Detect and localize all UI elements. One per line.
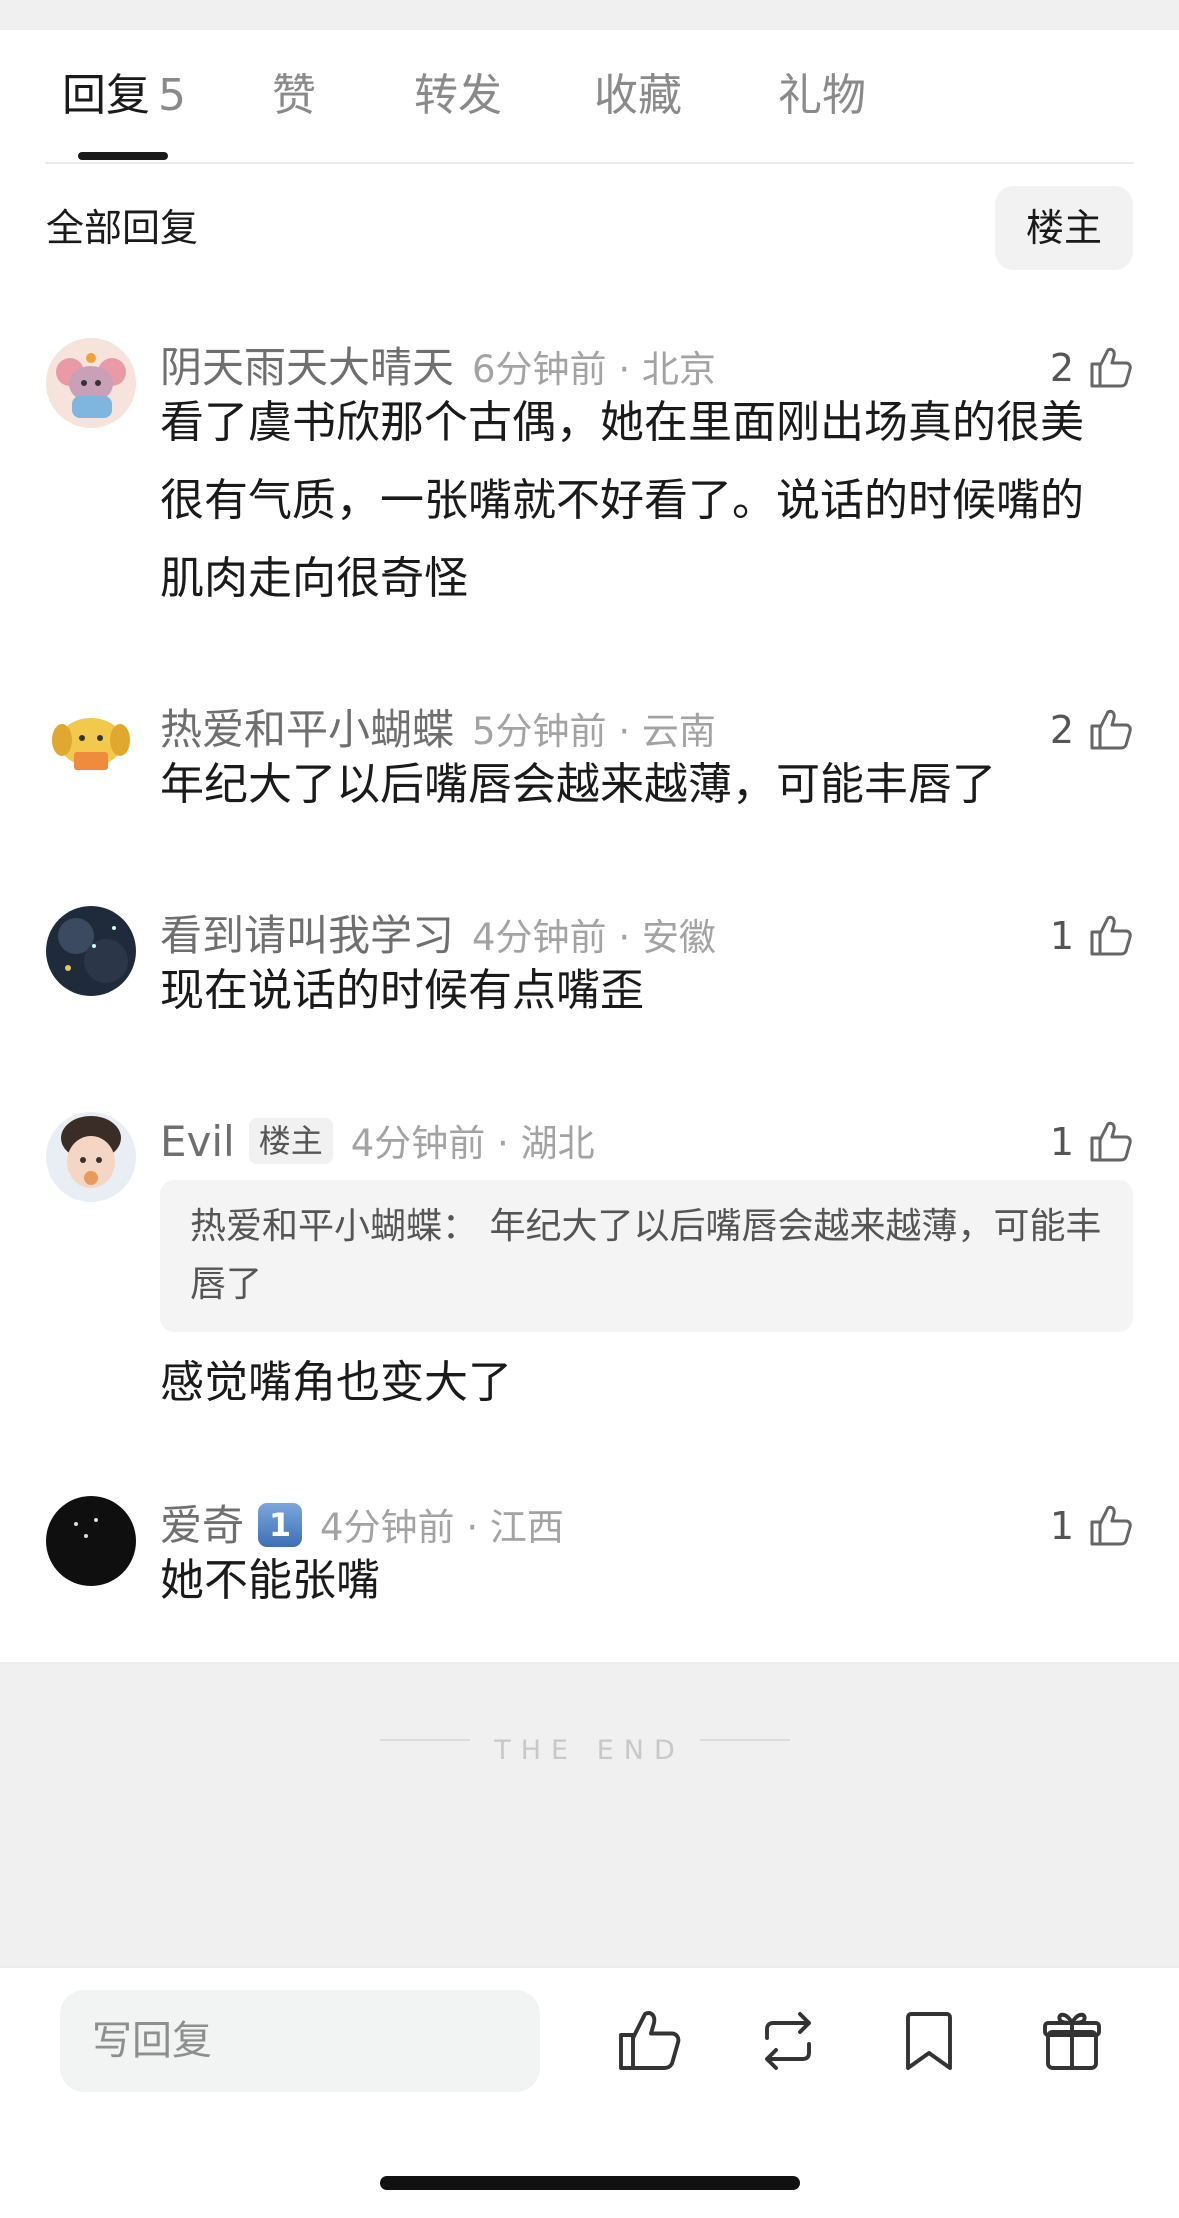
tab-replies-count: 5 (158, 70, 186, 121)
like-count: 1 (1049, 1120, 1074, 1164)
op-badge: 楼主 (248, 1117, 333, 1164)
avatar[interactable] (46, 338, 136, 428)
end-marker: THE END (494, 1735, 685, 1766)
night-sky-avatar-icon (46, 906, 136, 996)
tab-replies[interactable]: 回复 5 (62, 66, 186, 126)
comment-text: 看了虞书欣那个古偶，她在里面刚出场真的很美很有气质，一张嘴就不好看了。说话的时候… (160, 397, 1084, 604)
mouse-avatar-icon (46, 338, 136, 428)
section-title: 全部回复 (46, 206, 199, 250)
tab-replies-label: 回复 (62, 70, 150, 121)
comment-text: 年纪大了以后嘴唇会越来越薄，可能丰唇了 (160, 759, 996, 810)
home-indicator (380, 2176, 800, 2190)
comment-meta: Evil 楼主 4分钟前 · 湖北 (160, 1112, 595, 1172)
gift-icon[interactable] (1036, 2005, 1108, 2077)
bookmark-icon[interactable] (893, 2005, 965, 2077)
avatar[interactable] (46, 1496, 136, 1586)
tab-likes[interactable]: 赞 (272, 66, 316, 126)
dog-reading-avatar-icon (46, 700, 136, 790)
tab-favorites[interactable]: 收藏 (594, 66, 682, 126)
avatar[interactable] (46, 906, 136, 996)
thumbs-up-icon (1090, 1121, 1132, 1162)
tab-divider (45, 162, 1134, 164)
reply-input[interactable]: 写回复 (60, 1990, 540, 2092)
comment-text: 她不能张嘴 (160, 1555, 380, 1606)
level-badge: 1 (258, 1502, 303, 1547)
baby-avatar-icon (46, 1112, 136, 1202)
end-divider-right (700, 1739, 790, 1741)
active-tab-indicator (78, 152, 168, 160)
avatar[interactable] (46, 1112, 136, 1202)
quoted-reply[interactable]: 热爱和平小蝴蝶： 年纪大了以后嘴唇会越来越薄，可能丰唇了 (160, 1180, 1133, 1332)
thumbs-up-icon[interactable] (612, 2005, 684, 2077)
timestamp-location: 4分钟前 · 湖北 (350, 1122, 595, 1165)
username[interactable]: Evil (160, 1117, 235, 1166)
avatar[interactable] (46, 700, 136, 790)
tab-reposts[interactable]: 转发 (414, 66, 502, 126)
dark-stars-avatar-icon (46, 1496, 136, 1586)
op-filter-button[interactable]: 楼主 (995, 186, 1133, 270)
tab-gifts[interactable]: 礼物 (778, 66, 866, 126)
repost-icon[interactable] (752, 2005, 824, 2077)
like-button[interactable]: 1 (1050, 1112, 1134, 1172)
comment-text: 感觉嘴角也变大了 (160, 1357, 512, 1408)
comment-text: 现在说话的时候有点嘴歪 (160, 965, 644, 1016)
